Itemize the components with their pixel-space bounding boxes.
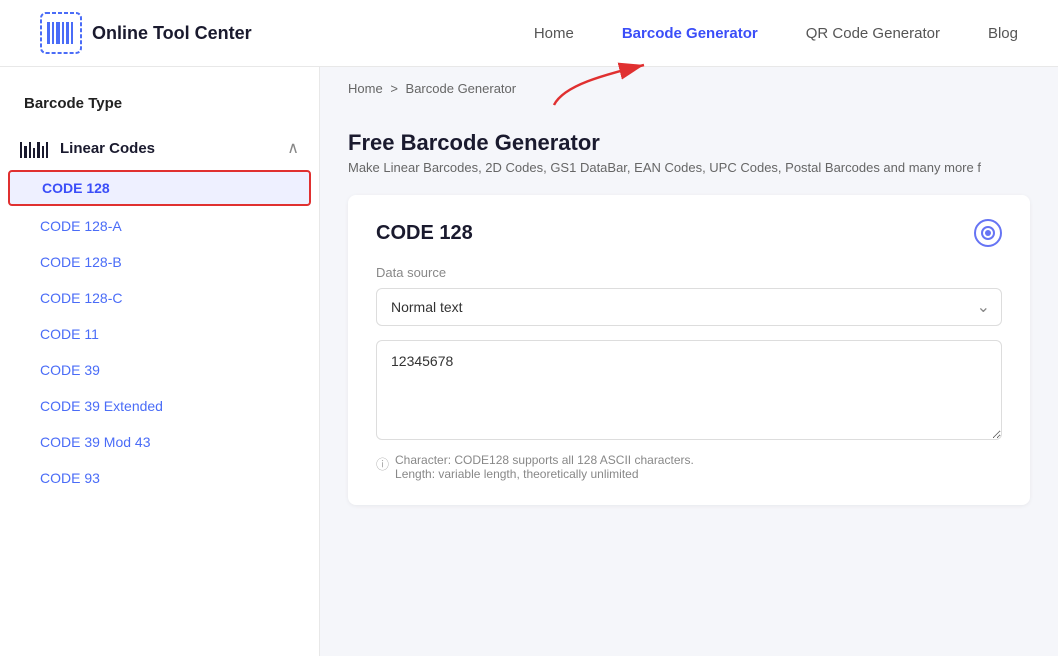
sidebar-item-code-128-c[interactable]: CODE 128-C: [0, 280, 319, 316]
breadcrumb: Home > Barcode Generator: [320, 67, 1058, 110]
chevron-up-icon: ∧: [287, 138, 299, 158]
layout: Barcode Type Linear Codes ∧ CO: [0, 67, 1058, 656]
sidebar-item-code-128-a[interactable]: CODE 128-A: [0, 208, 319, 244]
header: Online Tool Center Home Barcode Generato…: [0, 0, 1058, 67]
nav-home[interactable]: Home: [534, 25, 574, 42]
linear-codes-label: Linear Codes: [60, 140, 155, 157]
sidebar-item-code-128-b[interactable]: CODE 128-B: [0, 244, 319, 280]
card-header: CODE 128: [376, 219, 1002, 247]
page-title: Free Barcode Generator: [348, 130, 1030, 156]
info-icon: ⓘ: [376, 454, 389, 481]
sidebar-section-header: Barcode Type: [0, 87, 319, 128]
sidebar-item-code-39-mod-43[interactable]: CODE 39 Mod 43: [0, 424, 319, 460]
data-source-select-wrapper: Normal text Hex values Base64 ⌄: [376, 288, 1002, 326]
logo-area: Online Tool Center: [40, 12, 252, 54]
sidebar-item-code-39-extended[interactable]: CODE 39 Extended: [0, 388, 319, 424]
settings-icon[interactable]: [974, 219, 1002, 247]
data-source-select[interactable]: Normal text Hex values Base64: [376, 288, 1002, 326]
barcode-small-icon: [20, 138, 48, 158]
content-area: Free Barcode Generator Make Linear Barco…: [320, 110, 1058, 525]
barcode-card: CODE 128 Data source Normal text Hex val…: [348, 195, 1030, 505]
data-source-label: Data source: [376, 265, 1002, 280]
logo-text: Online Tool Center: [92, 23, 252, 44]
target-center-dot: [985, 230, 991, 236]
barcode-data-input[interactable]: 12345678: [376, 340, 1002, 440]
linear-codes-row[interactable]: Linear Codes ∧: [0, 128, 319, 168]
info-line-1: Character: CODE128 supports all 128 ASCI…: [395, 453, 694, 467]
nav-barcode-generator[interactable]: Barcode Generator: [622, 25, 758, 42]
logo-icon: [40, 12, 82, 54]
page-subtitle: Make Linear Barcodes, 2D Codes, GS1 Data…: [348, 160, 1030, 175]
nav-qr-code-generator[interactable]: QR Code Generator: [806, 25, 940, 42]
sidebar-item-code-93[interactable]: CODE 93: [0, 460, 319, 496]
breadcrumb-home[interactable]: Home: [348, 81, 383, 96]
card-title: CODE 128: [376, 222, 473, 245]
sidebar-item-code-39[interactable]: CODE 39: [0, 352, 319, 388]
nav-blog[interactable]: Blog: [988, 25, 1018, 42]
breadcrumb-current: Barcode Generator: [406, 81, 517, 96]
barcode-type-label: Barcode Type: [24, 95, 122, 112]
breadcrumb-separator: >: [390, 81, 398, 96]
info-text-content: Character: CODE128 supports all 128 ASCI…: [395, 453, 694, 481]
info-text: ⓘ Character: CODE128 supports all 128 AS…: [376, 453, 1002, 481]
sidebar: Barcode Type Linear Codes ∧ CO: [0, 67, 320, 656]
info-line-2: Length: variable length, theoretically u…: [395, 467, 694, 481]
linear-codes-left: Linear Codes: [20, 138, 155, 158]
main-content: Home > Barcode Generator Free Barcode Ge…: [320, 67, 1058, 656]
sidebar-item-code-11[interactable]: CODE 11: [0, 316, 319, 352]
navigation: Home Barcode Generator QR Code Generator…: [534, 25, 1018, 42]
sidebar-item-code-128[interactable]: CODE 128: [8, 170, 311, 206]
